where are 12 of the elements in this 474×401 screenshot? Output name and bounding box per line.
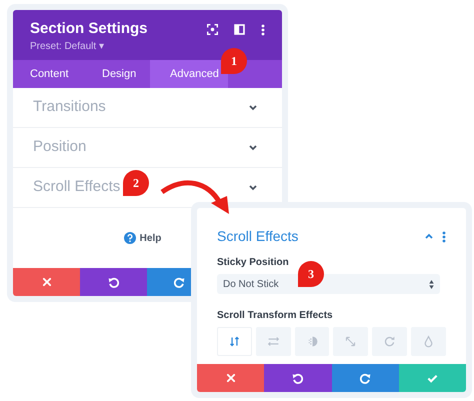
help-button[interactable]: Help xyxy=(124,230,162,246)
panel-title: Section Settings xyxy=(30,20,148,38)
section-title: Scroll Effects xyxy=(33,177,120,198)
section-title: Scroll Effects xyxy=(217,227,298,246)
section-title: Transitions xyxy=(33,97,106,118)
preset-dropdown[interactable]: Preset: Default ▾ xyxy=(30,40,148,54)
tab[interactable]: Design xyxy=(85,60,150,88)
tab[interactable]: Advanced xyxy=(150,60,228,88)
tab[interactable]: Content xyxy=(13,60,85,88)
field-label: Scroll Transform Effects xyxy=(217,309,334,323)
section-title: Position xyxy=(33,137,86,158)
field-label: Sticky Position xyxy=(217,256,290,270)
